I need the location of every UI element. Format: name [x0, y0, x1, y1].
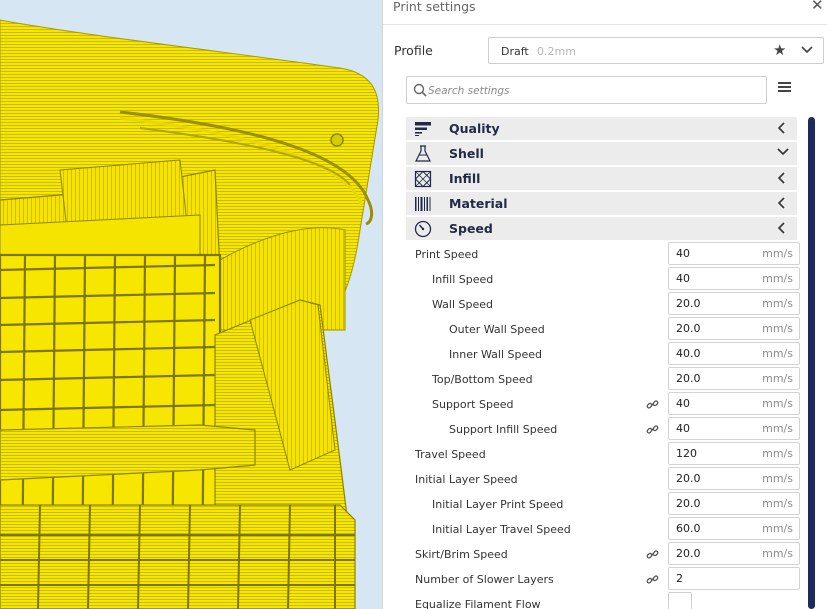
print-settings-panel: Print settings ✕ Profile Draft 0.2mm ★ S… — [382, 0, 827, 609]
setting-value: 40 — [676, 422, 690, 435]
setting-value-field[interactable]: 40 mm/s — [668, 417, 800, 440]
material-icon — [414, 195, 432, 213]
setting-value: 2 — [676, 572, 683, 585]
equalize-flow-checkbox[interactable] — [668, 592, 692, 609]
setting-value-field[interactable]: 20.0 mm/s — [668, 492, 800, 515]
setting-label: Support Speed — [432, 398, 514, 411]
chevron-left-icon — [777, 197, 787, 212]
setting-value: 40 — [676, 272, 690, 285]
setting-label: Initial Layer Speed — [415, 473, 518, 486]
setting-label: Equalize Filament Flow — [415, 598, 541, 609]
setting-value-field[interactable]: 120 mm/s — [668, 442, 800, 465]
category-label: Infill — [449, 171, 481, 186]
close-icon[interactable]: ✕ — [811, 0, 824, 14]
setting-value-field[interactable]: 40 mm/s — [668, 242, 800, 265]
category-label: Material — [449, 196, 508, 211]
chevron-down-icon — [777, 147, 789, 160]
setting-value: 20.0 — [676, 472, 701, 485]
menu-icon[interactable] — [778, 81, 791, 96]
setting-unit: mm/s — [762, 247, 793, 260]
setting-label: Outer Wall Speed — [449, 323, 545, 336]
setting-value-field[interactable]: 20.0 mm/s — [668, 542, 800, 565]
infill-icon — [414, 170, 432, 188]
shell-icon — [414, 145, 432, 163]
link-icon[interactable] — [646, 573, 659, 589]
setting-unit: mm/s — [762, 447, 793, 460]
category-material[interactable]: Material — [406, 192, 797, 215]
model-viewport[interactable] — [0, 0, 382, 609]
setting-value: 60.0 — [676, 522, 701, 535]
setting-value: 20.0 — [676, 372, 701, 385]
setting-label: Initial Layer Travel Speed — [432, 523, 571, 536]
setting-unit: mm/s — [762, 397, 793, 410]
setting-value-field[interactable]: 20.0 mm/s — [668, 367, 800, 390]
setting-value-field[interactable]: 2 — [668, 567, 800, 590]
setting-label: Print Speed — [415, 248, 479, 261]
profile-dropdown[interactable]: Draft 0.2mm ★ — [488, 37, 824, 64]
star-icon[interactable]: ★ — [773, 41, 786, 59]
divider — [383, 24, 827, 25]
setting-value: 20.0 — [676, 322, 701, 335]
setting-value: 40.0 — [676, 347, 701, 360]
speed-icon — [414, 220, 432, 238]
setting-label: Initial Layer Print Speed — [432, 498, 564, 511]
setting-unit: mm/s — [762, 522, 793, 535]
setting-value-field[interactable]: 20.0 mm/s — [668, 292, 800, 315]
setting-unit: mm/s — [762, 272, 793, 285]
setting-value: 20.0 — [676, 297, 701, 310]
category-label: Shell — [449, 146, 484, 161]
setting-unit: mm/s — [762, 547, 793, 560]
setting-unit: mm/s — [762, 297, 793, 310]
setting-label: Skirt/Brim Speed — [415, 548, 508, 561]
setting-value: 40 — [676, 397, 690, 410]
setting-label: Top/Bottom Speed — [432, 373, 533, 386]
chevron-down-icon — [801, 45, 813, 58]
category-label: Quality — [449, 121, 500, 136]
category-shell[interactable]: Shell — [406, 142, 797, 165]
setting-label: Number of Slower Layers — [415, 573, 554, 586]
category-speed[interactable]: Speed — [406, 217, 797, 240]
chevron-left-icon — [777, 122, 787, 137]
setting-label: Travel Speed — [415, 448, 486, 461]
setting-value: 20.0 — [676, 547, 701, 560]
setting-value-field[interactable]: 20.0 mm/s — [668, 317, 800, 340]
profile-label: Profile — [394, 43, 433, 58]
search-placeholder: Search settings — [428, 85, 510, 97]
quality-icon — [414, 120, 432, 138]
chevron-left-icon — [777, 172, 787, 187]
setting-value-field[interactable]: 40.0 mm/s — [668, 342, 800, 365]
setting-value-field[interactable]: 40 mm/s — [668, 267, 800, 290]
scrollbar-thumb[interactable] — [808, 117, 815, 609]
setting-value-field[interactable]: 20.0 mm/s — [668, 467, 800, 490]
sliced-model-preview — [0, 0, 382, 609]
profile-name: Draft — [501, 45, 529, 58]
setting-label: Support Infill Speed — [449, 423, 558, 436]
panel-title: Print settings — [393, 0, 476, 14]
search-input[interactable]: Search settings — [406, 76, 767, 104]
category-infill[interactable]: Infill — [406, 167, 797, 190]
setting-unit: mm/s — [762, 347, 793, 360]
setting-value-field[interactable]: 60.0 mm/s — [668, 517, 800, 540]
link-icon[interactable] — [646, 398, 659, 414]
setting-label: Wall Speed — [432, 298, 494, 311]
link-icon[interactable] — [646, 548, 659, 564]
setting-unit: mm/s — [762, 322, 793, 335]
setting-label: Infill Speed — [432, 273, 494, 286]
setting-value: 20.0 — [676, 497, 701, 510]
profile-layer-height: 0.2mm — [537, 45, 576, 58]
setting-value-field[interactable]: 40 mm/s — [668, 392, 800, 415]
chevron-left-icon — [777, 222, 787, 237]
category-label: Speed — [449, 221, 493, 236]
setting-unit: mm/s — [762, 497, 793, 510]
link-icon[interactable] — [646, 423, 659, 439]
setting-label: Inner Wall Speed — [449, 348, 542, 361]
category-quality[interactable]: Quality — [406, 117, 797, 140]
setting-unit: mm/s — [762, 472, 793, 485]
search-icon — [413, 83, 427, 100]
setting-unit: mm/s — [762, 372, 793, 385]
setting-value: 120 — [676, 447, 697, 460]
setting-value: 40 — [676, 247, 690, 260]
setting-unit: mm/s — [762, 422, 793, 435]
